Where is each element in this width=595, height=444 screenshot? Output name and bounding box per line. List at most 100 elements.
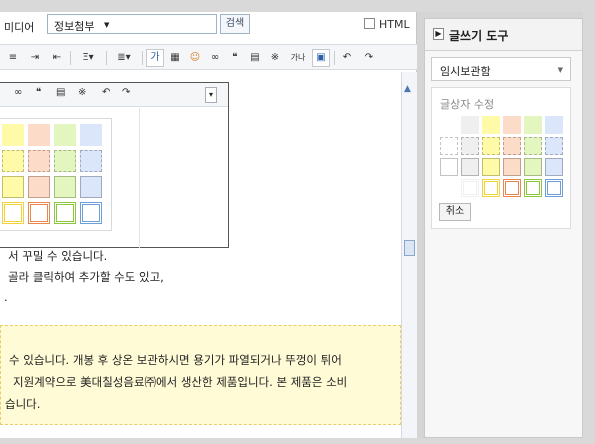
html-label: HTML <box>379 18 410 31</box>
color-swatch[interactable] <box>2 176 24 198</box>
color-swatch[interactable] <box>2 124 24 146</box>
color-swatch[interactable] <box>503 179 521 197</box>
indent-button[interactable]: ⇥ <box>26 49 44 67</box>
link-icon[interactable]: ∞ <box>14 87 22 98</box>
color-swatch[interactable] <box>80 202 102 224</box>
attachment-select[interactable]: 정보첨부 ▼ <box>47 14 217 34</box>
redo-icon[interactable]: ↷ <box>360 49 378 67</box>
text-box-line: 수 있습니다. 개봉 후 상온 보관하시면 용기가 파열되거나 뚜껑이 튀어 <box>9 353 342 367</box>
popup-toolbar: ∞ ❝ ▤ ※ ↶ ↷ ▾ <box>0 83 228 107</box>
toolbar-divider <box>70 51 71 65</box>
color-swatch[interactable] <box>2 150 24 172</box>
color-swatch[interactable] <box>524 179 542 197</box>
color-swatch[interactable] <box>545 137 563 155</box>
color-swatch[interactable] <box>28 176 50 198</box>
color-swatch[interactable] <box>80 176 102 198</box>
color-swatch[interactable] <box>28 124 50 146</box>
save-icon[interactable]: ▣ <box>312 49 330 67</box>
color-swatch[interactable] <box>503 158 521 176</box>
color-swatch[interactable] <box>461 137 479 155</box>
collapse-toggle-icon[interactable]: ▶ <box>433 28 444 40</box>
color-swatch[interactable] <box>545 158 563 176</box>
cancel-button[interactable]: 취소 <box>439 203 471 221</box>
media-row: 미디어 정보첨부 ▼ 검색 HTML <box>0 12 417 36</box>
editor-scrollbar[interactable]: ▲ <box>401 72 417 438</box>
color-swatch[interactable] <box>440 116 458 134</box>
scroll-up-icon[interactable]: ▲ <box>404 84 411 94</box>
link-icon[interactable]: ∞ <box>206 49 224 67</box>
color-swatch[interactable] <box>545 179 563 197</box>
popup-swatch-grid <box>0 118 112 231</box>
content-line: 서 꾸밀 수 있습니다. <box>8 249 108 263</box>
text-box-popup: ∞ ❝ ▤ ※ ↶ ↷ ▾ <box>0 82 229 248</box>
scroll-thumb[interactable] <box>404 240 415 256</box>
quote-icon[interactable]: ❝ <box>36 87 41 98</box>
color-swatch[interactable] <box>503 116 521 134</box>
color-swatch[interactable] <box>28 150 50 172</box>
toolbar-divider <box>142 51 143 65</box>
content-line: 골라 클릭하여 추가할 수도 있고, <box>8 270 164 284</box>
color-swatch[interactable] <box>54 150 76 172</box>
text-box-button[interactable]: 가 <box>146 49 164 67</box>
color-swatch[interactable] <box>440 137 458 155</box>
color-swatch[interactable] <box>54 176 76 198</box>
style-editor-label: 글상자 수정 <box>440 98 495 111</box>
writing-tools-panel: ▶ 글쓰기 도구 임시보관함 ▼ 글상자 수정 취소 <box>424 18 583 438</box>
list-button[interactable]: ≣▾ <box>110 49 138 67</box>
color-swatch[interactable] <box>482 158 500 176</box>
temp-storage-value: 임시보관함 <box>440 65 491 78</box>
quote-icon[interactable]: ❝ <box>226 49 244 67</box>
align-justify-button[interactable]: ≡ <box>4 49 22 67</box>
line-height-button[interactable]: Ξ▾ <box>74 49 102 67</box>
spellcheck-button[interactable]: 가나 <box>286 49 310 67</box>
undo-icon[interactable]: ↶ <box>102 87 110 98</box>
divider-line-icon[interactable]: ▤ <box>246 49 264 67</box>
table-icon[interactable]: ▦ <box>166 49 184 67</box>
color-swatch[interactable] <box>80 124 102 146</box>
toolbar-divider <box>334 51 335 65</box>
special-char-icon[interactable]: ※ <box>78 87 86 98</box>
media-label: 미디어 <box>4 21 35 34</box>
color-swatch[interactable] <box>28 202 50 224</box>
redo-icon[interactable]: ↷ <box>122 87 130 98</box>
editor-toolbar: ≡ ⇥ ⇤ Ξ▾ ≣▾ 가 ▦ ☺ ∞ ❝ ▤ ※ 가나 ▣ ↶ ↷ <box>0 44 417 70</box>
html-checkbox[interactable]: HTML <box>364 18 410 31</box>
color-swatch[interactable] <box>440 179 458 197</box>
color-swatch[interactable] <box>524 158 542 176</box>
popup-divider <box>139 108 140 248</box>
color-swatch[interactable] <box>80 150 102 172</box>
color-swatch[interactable] <box>2 202 24 224</box>
color-swatch[interactable] <box>482 179 500 197</box>
color-swatch[interactable] <box>54 124 76 146</box>
outdent-button[interactable]: ⇤ <box>48 49 66 67</box>
color-swatch[interactable] <box>461 116 479 134</box>
panel-header: ▶ 글쓰기 도구 <box>425 19 582 51</box>
color-swatch[interactable] <box>524 116 542 134</box>
toolbar-divider <box>106 51 107 65</box>
temp-storage-select[interactable]: 임시보관함 ▼ <box>431 57 571 81</box>
text-box-style-editor: 글상자 수정 취소 <box>431 87 571 229</box>
color-swatch[interactable] <box>524 137 542 155</box>
color-swatch[interactable] <box>461 179 479 197</box>
color-swatch[interactable] <box>482 116 500 134</box>
content-line: . <box>4 290 8 304</box>
text-box-line: 습니다. <box>5 397 41 411</box>
chevron-down-icon: ▼ <box>557 66 563 74</box>
undo-icon[interactable]: ↶ <box>338 49 356 67</box>
highlight-text-box[interactable]: 수 있습니다. 개봉 후 상온 보관하시면 용기가 파열되거나 뚜껑이 튀어 지… <box>0 325 401 425</box>
special-char-icon[interactable]: ※ <box>266 49 284 67</box>
attachment-select-value: 정보첨부 <box>54 20 95 33</box>
color-swatch[interactable] <box>545 116 563 134</box>
color-swatch[interactable] <box>503 137 521 155</box>
emoticon-icon[interactable]: ☺ <box>186 49 204 67</box>
panel-title: 글쓰기 도구 <box>449 29 509 43</box>
color-swatch[interactable] <box>54 202 76 224</box>
color-swatch[interactable] <box>461 158 479 176</box>
divider-line-icon[interactable]: ▤ <box>56 87 65 98</box>
color-swatch[interactable] <box>440 158 458 176</box>
search-button[interactable]: 검색 <box>220 14 250 34</box>
text-box-line: 지원계약으로 美대칠성음료㈜에서 생산한 제품입니다. 본 제품은 소비 <box>13 375 348 389</box>
color-swatch[interactable] <box>482 137 500 155</box>
chevron-down-icon: ▼ <box>104 21 110 29</box>
popup-dropdown-button[interactable]: ▾ <box>205 87 217 103</box>
